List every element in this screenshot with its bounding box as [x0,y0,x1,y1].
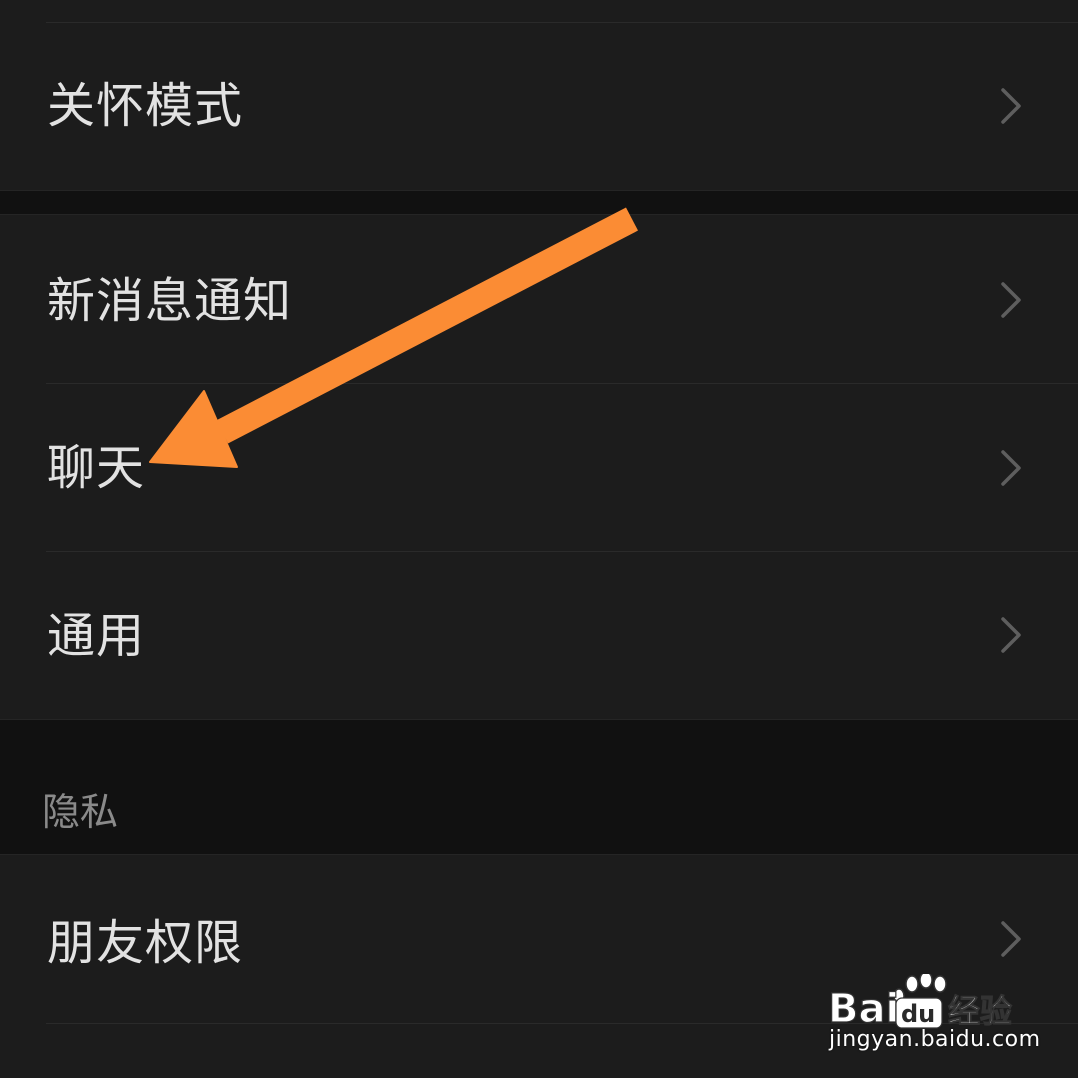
group-edge [0,719,1078,720]
watermark-url: jingyan.baidu.com [829,1027,1041,1052]
row-general[interactable]: 通用 [0,552,1078,719]
section-header-privacy: 隐私 [42,790,119,834]
chevron-right-icon [1001,617,1021,653]
chevron-right-icon [1001,88,1021,124]
row-care-mode-label: 关怀模式 [47,78,244,134]
svg-text:du: du [901,1000,935,1028]
group-edge [0,190,1078,191]
watermark-brand-suffix: 经验 [948,992,1012,1030]
row-new-message-notification-label: 新消息通知 [47,273,293,329]
settings-group-care: 关怀模式 [0,0,1078,190]
settings-group-general: 新消息通知 聊天 通用 [0,215,1078,719]
chevron-right-icon [1001,921,1021,957]
row-friend-permissions-label: 朋友权限 [47,915,244,971]
baidu-paw-logo: Bai du 经验 [827,974,1013,1033]
row-chat-label: 聊天 [47,440,146,496]
baidu-watermark: Bai du 经验 jingyan.baidu.com [826,960,1066,1060]
chevron-right-icon [1001,450,1021,486]
row-care-mode[interactable]: 关怀模式 [0,22,1078,190]
row-general-label: 通用 [47,608,146,664]
settings-screen: 关怀模式 新消息通知 聊天 通用 隐私 朋友权限 Bai du 经验 jingy… [0,0,1078,1078]
chevron-right-icon [1001,282,1021,318]
watermark-brand: Bai [828,986,899,1032]
row-chat[interactable]: 聊天 [0,384,1078,551]
row-new-message-notification[interactable]: 新消息通知 [0,215,1078,383]
